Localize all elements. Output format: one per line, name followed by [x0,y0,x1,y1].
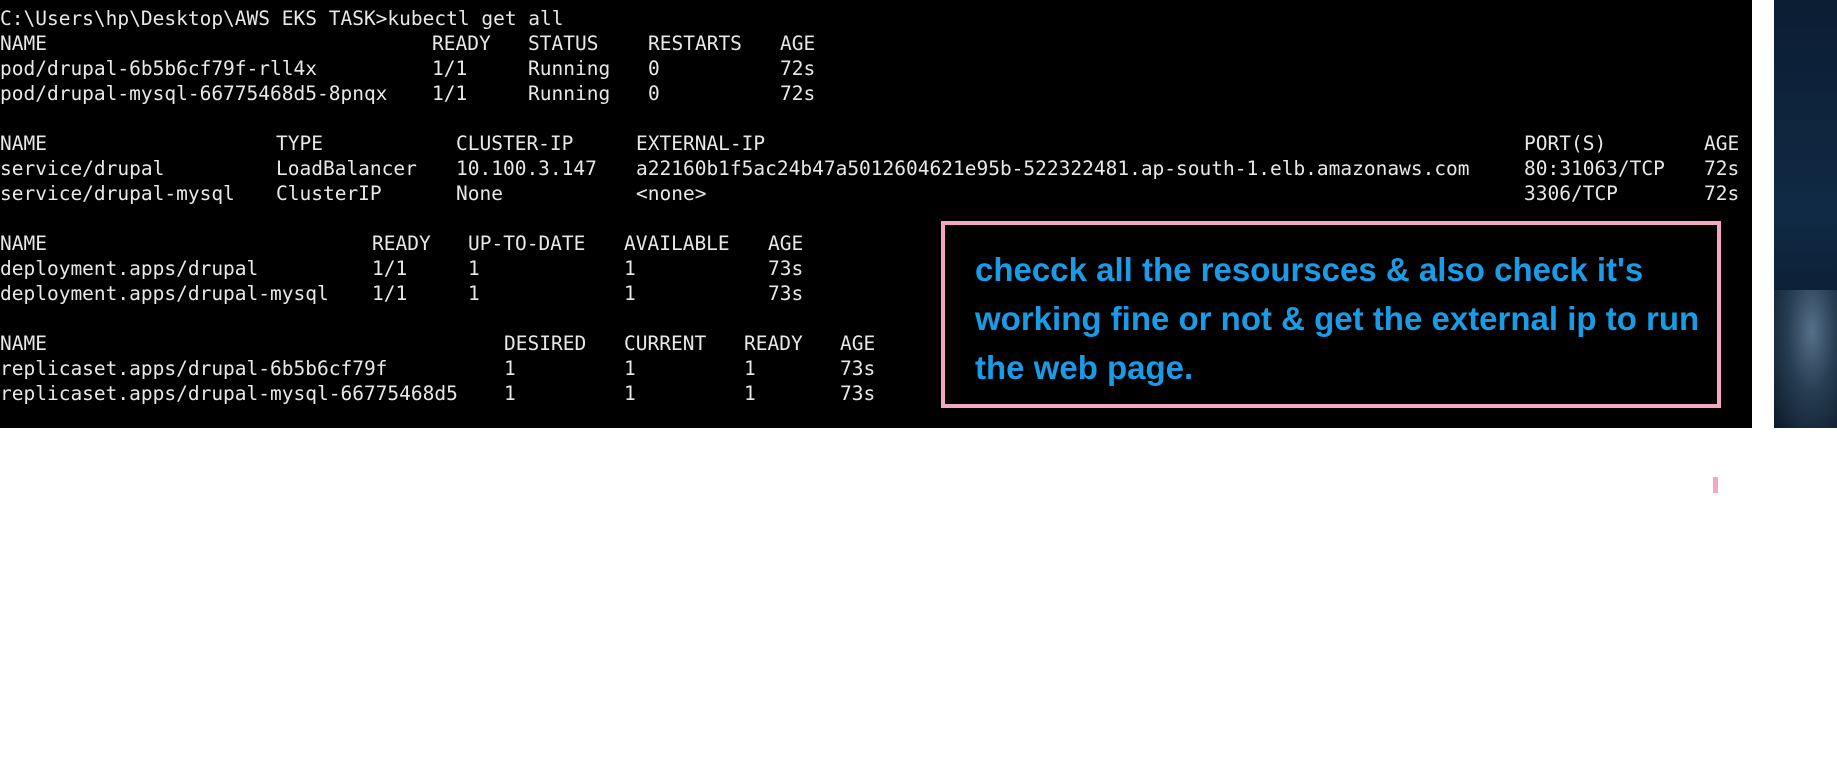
col-up-to-date: UP-TO-DATE [468,232,586,255]
col-restarts: RESTARTS [648,32,742,55]
external-ip-value[interactable]: a22160b1f5ac24b47a5012604621e95b-5223224… [636,156,1470,181]
annotation-marker [1713,477,1718,493]
table-row: service/drupal-mysql ClusterIP None <non… [0,182,1740,205]
col-ports: PORT(S) [1524,132,1607,155]
desktop-wallpaper [1752,0,1837,428]
col-ready: READY [372,232,431,255]
table-row: pod/drupal-6b5b6cf79f-rll4x 1/1 Running … [0,57,816,80]
col-name: NAME [0,32,47,55]
services-header: NAME TYPE CLUSTER-IP EXTERNAL-IP PORT(S)… [0,131,1739,156]
col-age: AGE [1704,132,1740,155]
deployments-header: NAME READY UP-TO-DATE AVAILABLE AGE [0,231,803,256]
col-available: AVAILABLE [624,232,730,255]
col-name: NAME [0,232,47,255]
col-age: AGE [768,232,804,255]
terminal-window[interactable]: C:\Users\hp\Desktop\AWS EKS TASK>kubectl… [0,0,1752,428]
col-type: TYPE [276,132,323,155]
replicasets-header: NAME DESIRED CURRENT READY AGE [0,331,875,356]
col-ready: READY [744,332,803,355]
table-row: deployment.apps/drupal-mysql 1/1 1 1 73s [0,282,804,305]
annotation-text: checck all the resoursces & also check i… [975,251,1700,386]
table-row: pod/drupal-mysql-66775468d5-8pnqx 1/1 Ru… [0,82,816,105]
col-age: AGE [780,32,816,55]
col-desired: DESIRED [504,332,587,355]
col-ready: READY [432,32,491,55]
window-gap [1752,0,1774,428]
col-name: NAME [0,132,47,155]
wallpaper-image [1774,290,1837,428]
annotation-box: checck all the resoursces & also check i… [941,221,1721,408]
command-prompt: C:\Users\hp\Desktop\AWS EKS TASK>kubectl… [0,7,564,30]
table-row: replicaset.apps/drupal-mysql-66775468d5 … [0,382,876,405]
pods-header: NAME READY STATUS RESTARTS AGE [0,31,815,56]
col-status: STATUS [528,32,599,55]
col-age: AGE [840,332,876,355]
table-row: replicaset.apps/drupal-6b5b6cf79f 1 1 1 … [0,357,876,380]
col-external-ip: EXTERNAL-IP [636,132,766,155]
col-name: NAME [0,332,47,355]
table-row: service/drupal LoadBalancer 10.100.3.147… [0,157,1740,180]
table-row: deployment.apps/drupal 1/1 1 1 73s [0,257,804,280]
col-current: CURRENT [624,332,707,355]
col-cluster-ip: CLUSTER-IP [456,132,574,155]
